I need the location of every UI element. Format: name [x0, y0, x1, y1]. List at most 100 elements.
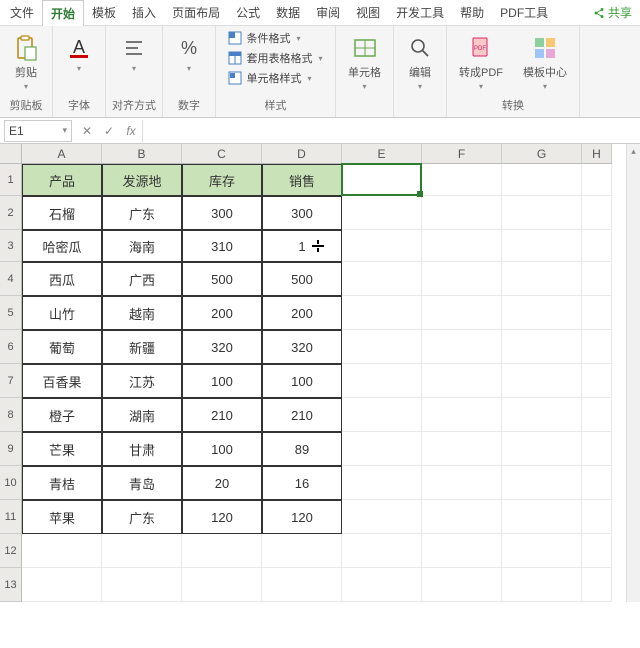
cell-A8[interactable]: 橙子	[22, 398, 102, 432]
cell-C5[interactable]: 200	[182, 296, 262, 330]
cell-C10[interactable]: 20	[182, 466, 262, 500]
cell-E4[interactable]	[342, 262, 422, 296]
menu-review[interactable]: 审阅	[308, 0, 348, 25]
cell-H2[interactable]	[582, 196, 612, 230]
cell-D2[interactable]: 300	[262, 196, 342, 230]
menu-data[interactable]: 数据	[268, 0, 308, 25]
row-header-6[interactable]: 6	[0, 330, 22, 364]
menu-view[interactable]: 视图	[348, 0, 388, 25]
cell-A3[interactable]: 哈密瓜	[22, 230, 102, 262]
cell-H11[interactable]	[582, 500, 612, 534]
cell-B5[interactable]: 越南	[102, 296, 182, 330]
cell-E12[interactable]	[342, 534, 422, 568]
cell-C12[interactable]	[182, 534, 262, 568]
menu-file[interactable]: 文件	[2, 0, 42, 25]
align-button[interactable]: ▾	[114, 30, 154, 77]
cell-A7[interactable]: 百香果	[22, 364, 102, 398]
cell-F11[interactable]	[422, 500, 502, 534]
edit-button[interactable]: 编辑 ▾	[400, 30, 440, 95]
col-header-G[interactable]: G	[502, 144, 582, 164]
cell-H3[interactable]	[582, 230, 612, 262]
cell-C7[interactable]: 100	[182, 364, 262, 398]
cell-H1[interactable]	[582, 164, 612, 196]
row-header-11[interactable]: 11	[0, 500, 22, 534]
cell-E10[interactable]	[342, 466, 422, 500]
cell-G7[interactable]	[502, 364, 582, 398]
cell-G4[interactable]	[502, 262, 582, 296]
col-header-F[interactable]: F	[422, 144, 502, 164]
cell-C4[interactable]: 500	[182, 262, 262, 296]
cell-B8[interactable]: 湖南	[102, 398, 182, 432]
cell-E5[interactable]	[342, 296, 422, 330]
menu-pdftools[interactable]: PDF工具	[492, 0, 556, 25]
cell-A13[interactable]	[22, 568, 102, 602]
cell-E2[interactable]	[342, 196, 422, 230]
cell-F6[interactable]	[422, 330, 502, 364]
cell-F10[interactable]	[422, 466, 502, 500]
row-header-9[interactable]: 9	[0, 432, 22, 466]
cell-G12[interactable]	[502, 534, 582, 568]
col-header-D[interactable]: D	[262, 144, 342, 164]
cell-B6[interactable]: 新疆	[102, 330, 182, 364]
cell-G11[interactable]	[502, 500, 582, 534]
cell-B1[interactable]: 发源地	[102, 164, 182, 196]
menu-home[interactable]: 开始	[42, 0, 84, 26]
cell-B12[interactable]	[102, 534, 182, 568]
cell-A9[interactable]: 芒果	[22, 432, 102, 466]
row-header-13[interactable]: 13	[0, 568, 22, 602]
menu-templates[interactable]: 模板	[84, 0, 124, 25]
cell-A10[interactable]: 青桔	[22, 466, 102, 500]
cell-D6[interactable]: 320	[262, 330, 342, 364]
cell-H10[interactable]	[582, 466, 612, 500]
cell-E6[interactable]	[342, 330, 422, 364]
cell-H8[interactable]	[582, 398, 612, 432]
cell-G10[interactable]	[502, 466, 582, 500]
row-header-12[interactable]: 12	[0, 534, 22, 568]
cell-C6[interactable]: 320	[182, 330, 262, 364]
cell-B11[interactable]: 广东	[102, 500, 182, 534]
row-header-5[interactable]: 5	[0, 296, 22, 330]
cell-F5[interactable]	[422, 296, 502, 330]
cell-D10[interactable]: 16	[262, 466, 342, 500]
row-header-3[interactable]: 3	[0, 230, 22, 262]
cell-F4[interactable]	[422, 262, 502, 296]
cell-G1[interactable]	[502, 164, 582, 196]
cell-H5[interactable]	[582, 296, 612, 330]
cell-F2[interactable]	[422, 196, 502, 230]
cell-E9[interactable]	[342, 432, 422, 466]
cancel-button[interactable]: ✕	[76, 120, 98, 142]
col-header-C[interactable]: C	[182, 144, 262, 164]
cell-C9[interactable]: 100	[182, 432, 262, 466]
cell-A11[interactable]: 苹果	[22, 500, 102, 534]
cell-E7[interactable]	[342, 364, 422, 398]
cell-H4[interactable]	[582, 262, 612, 296]
cell-G3[interactable]	[502, 230, 582, 262]
col-header-H[interactable]: H	[582, 144, 612, 164]
menu-devtools[interactable]: 开发工具	[388, 0, 452, 25]
col-header-E[interactable]: E	[342, 144, 422, 164]
cell-E8[interactable]	[342, 398, 422, 432]
cell-G13[interactable]	[502, 568, 582, 602]
cell-H13[interactable]	[582, 568, 612, 602]
menu-help[interactable]: 帮助	[452, 0, 492, 25]
row-header-10[interactable]: 10	[0, 466, 22, 500]
select-all-corner[interactable]	[0, 144, 22, 164]
cell-F7[interactable]	[422, 364, 502, 398]
scroll-up-icon[interactable]: ▴	[627, 144, 640, 158]
cell-F3[interactable]	[422, 230, 502, 262]
cell-F13[interactable]	[422, 568, 502, 602]
fx-button[interactable]: fx	[120, 120, 142, 142]
confirm-button[interactable]: ✓	[98, 120, 120, 142]
cell-D9[interactable]: 89	[262, 432, 342, 466]
share-button[interactable]: 共享	[587, 1, 638, 24]
menu-pagelayout[interactable]: 页面布局	[164, 0, 228, 25]
col-header-B[interactable]: B	[102, 144, 182, 164]
cell-C8[interactable]: 210	[182, 398, 262, 432]
cell-H9[interactable]	[582, 432, 612, 466]
cell-D7[interactable]: 100	[262, 364, 342, 398]
cell-H12[interactable]	[582, 534, 612, 568]
row-header-1[interactable]: 1	[0, 164, 22, 196]
cell-B2[interactable]: 广东	[102, 196, 182, 230]
cell-E13[interactable]	[342, 568, 422, 602]
cell-B4[interactable]: 广西	[102, 262, 182, 296]
